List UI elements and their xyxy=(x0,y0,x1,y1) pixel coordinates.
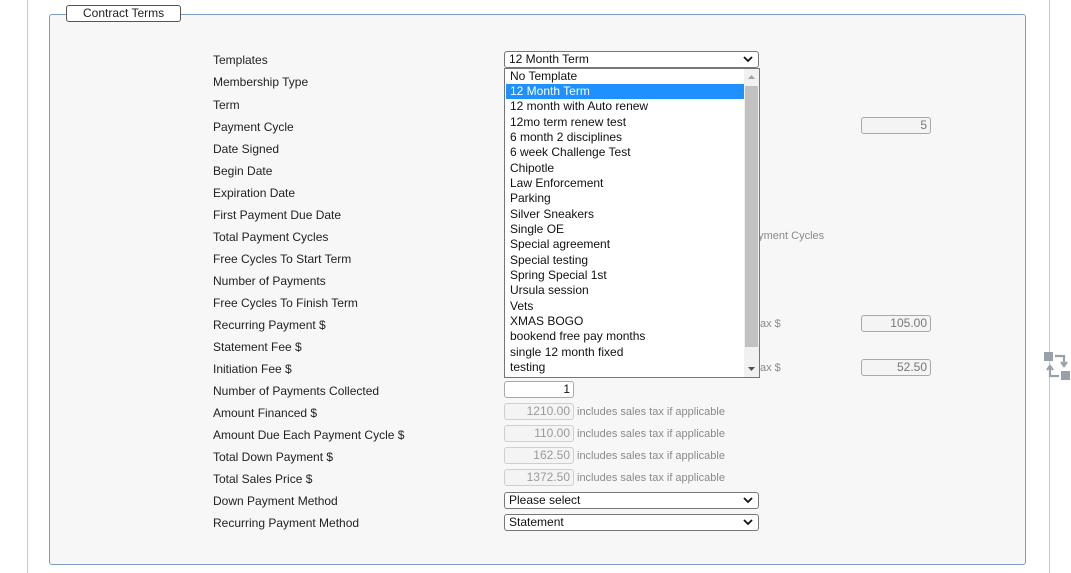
label-recurring-payment-method: Recurring Payment Method xyxy=(213,516,360,530)
left-border-line xyxy=(27,0,28,573)
workflow-icon[interactable] xyxy=(1042,350,1071,382)
label-payment-cycle: Payment Cycle xyxy=(213,120,294,134)
right-border-line xyxy=(1049,0,1050,573)
initiation-tax-peek-label: ax $ xyxy=(760,362,781,374)
tax-note: includes sales tax if applicable xyxy=(577,472,725,484)
dropdown-option[interactable]: Spring Special 1st xyxy=(506,268,747,283)
label-expiration-date: Expiration Date xyxy=(213,186,296,200)
chevron-down-icon xyxy=(743,497,753,504)
dropdown-option[interactable]: 12 month with Auto renew xyxy=(506,99,747,114)
dropdown-option[interactable]: single 12 month fixed xyxy=(506,345,747,360)
label-statement-fee: Statement Fee $ xyxy=(213,340,302,354)
total-sales-price-input: 1372.50 xyxy=(504,469,574,486)
contract-terms-legend: Contract Terms xyxy=(66,5,182,22)
tax-note: includes sales tax if applicable xyxy=(577,406,725,418)
scroll-down-arrow-icon[interactable] xyxy=(747,364,756,373)
initiation-with-tax-input: 52.50 xyxy=(861,359,931,376)
dropdown-scrollbar[interactable] xyxy=(744,69,759,377)
label-initiation-fee: Initiation Fee $ xyxy=(213,362,292,376)
recurring-with-tax-input: 105.00 xyxy=(861,315,931,332)
recurring-tax-peek-label: ax $ xyxy=(760,318,781,330)
dropdown-option[interactable]: Special agreement xyxy=(506,237,747,252)
label-down-payment-method: Down Payment Method xyxy=(213,494,338,508)
label-free-cycles-start: Free Cycles To Start Term xyxy=(213,252,352,266)
label-total-down-payment: Total Down Payment $ xyxy=(213,450,334,464)
payments-collected-input[interactable]: 1 xyxy=(504,381,574,398)
dropdown-option[interactable]: 6 week Challenge Test xyxy=(506,145,747,160)
dropdown-option[interactable]: 6 month 2 disciplines xyxy=(506,130,747,145)
chevron-down-icon xyxy=(743,519,753,526)
tax-note: includes sales tax if applicable xyxy=(577,428,725,440)
label-term: Term xyxy=(213,98,240,112)
tax-note: includes sales tax if applicable xyxy=(577,450,725,462)
dropdown-option[interactable]: Single OE xyxy=(506,222,747,237)
amount-due-each-cycle-input: 110.00 xyxy=(504,425,574,442)
recurring-payment-method-select[interactable]: Statement xyxy=(504,514,759,531)
scroll-up-arrow-icon[interactable] xyxy=(747,73,756,82)
templates-select[interactable]: 12 Month Term xyxy=(504,51,759,68)
dropdown-option[interactable]: Chipotle xyxy=(506,161,747,176)
amount-financed-input: 1210.00 xyxy=(504,403,574,420)
recurring-payment-method-value: Statement xyxy=(509,515,564,529)
templates-dropdown-list[interactable]: No Template 12 Month Term 12 month with … xyxy=(504,68,760,378)
dropdown-option[interactable]: Silver Sneakers xyxy=(506,207,747,222)
dropdown-option[interactable]: 12mo term renew test xyxy=(506,115,747,130)
dropdown-option[interactable]: Law Enforcement xyxy=(506,176,747,191)
label-amount-financed: Amount Financed $ xyxy=(213,406,318,420)
label-membership-type: Membership Type xyxy=(213,75,309,89)
dropdown-option-selected[interactable]: 12 Month Term xyxy=(506,84,747,99)
down-payment-method-value: Please select xyxy=(509,493,581,507)
payment-cycles-peek-label: ayment Cycles xyxy=(752,230,825,242)
templates-select-value: 12 Month Term xyxy=(509,52,589,66)
down-payment-method-select[interactable]: Please select xyxy=(504,492,759,509)
dropdown-option[interactable]: Ursula session xyxy=(506,283,747,298)
dropdown-option[interactable]: XMAS BOGO xyxy=(506,314,747,329)
dropdown-scroll-thumb[interactable] xyxy=(745,86,758,347)
label-payments-collected: Number of Payments Collected xyxy=(213,384,380,398)
dropdown-option[interactable]: Parking xyxy=(506,191,747,206)
label-first-payment-due-date: First Payment Due Date xyxy=(213,208,342,222)
label-free-cycles-finish: Free Cycles To Finish Term xyxy=(213,296,358,310)
dropdown-option[interactable]: bookend free pay months xyxy=(506,329,747,344)
label-total-sales-price: Total Sales Price $ xyxy=(213,472,313,486)
label-amount-due-each-cycle: Amount Due Each Payment Cycle $ xyxy=(213,428,405,442)
label-total-payment-cycles: Total Payment Cycles xyxy=(213,230,329,244)
dropdown-option[interactable]: No Template xyxy=(506,69,747,84)
dropdown-option[interactable]: testing xyxy=(506,360,747,375)
label-number-of-payments: Number of Payments xyxy=(213,274,326,288)
dropdown-option[interactable]: Vets xyxy=(506,299,747,314)
label-recurring-payment: Recurring Payment $ xyxy=(213,318,326,332)
label-templates: Templates xyxy=(213,53,268,67)
label-date-signed: Date Signed xyxy=(213,142,280,156)
total-down-payment-input: 162.50 xyxy=(504,447,574,464)
label-begin-date: Begin Date xyxy=(213,164,273,178)
dropdown-option[interactable]: Special testing xyxy=(506,253,747,268)
chevron-down-icon xyxy=(743,56,753,63)
payment-cycle-count-input[interactable]: 5 xyxy=(861,117,931,134)
